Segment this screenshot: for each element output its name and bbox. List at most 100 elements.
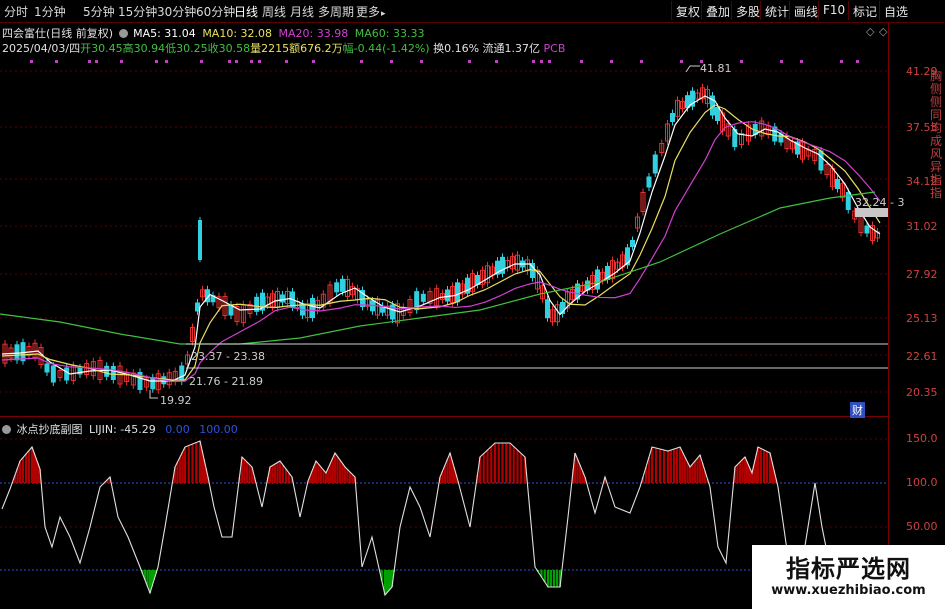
candle-body bbox=[50, 365, 56, 383]
period-tab-5min[interactable]: 5分钟 bbox=[83, 3, 115, 20]
candle-body bbox=[420, 293, 426, 302]
ma20-line bbox=[1, 121, 881, 383]
candle-body bbox=[835, 179, 840, 189]
low-mark-label: 19.92 bbox=[160, 394, 192, 407]
period-tab-weekly[interactable]: 周线 bbox=[262, 3, 286, 20]
candle-body bbox=[864, 225, 870, 234]
period-tab-monthly[interactable]: 月线 bbox=[290, 3, 314, 20]
period-tab-60min[interactable]: 60分钟 bbox=[196, 3, 235, 20]
overlay-button[interactable]: 叠加 bbox=[701, 1, 734, 20]
watermark-url: www.xuezhibiao.com bbox=[771, 583, 926, 598]
fuquan-button[interactable]: 复权 bbox=[671, 1, 704, 20]
price-tick: 25.13 bbox=[906, 312, 938, 325]
period-tab-30min[interactable]: 30分钟 bbox=[157, 3, 196, 20]
finance-badge[interactable]: 财 bbox=[850, 402, 865, 418]
signal-dot bbox=[360, 60, 363, 63]
mark-button[interactable]: 标记 bbox=[848, 1, 881, 20]
candle-body bbox=[630, 240, 635, 247]
signal-dot bbox=[95, 60, 98, 63]
price-tick: 27.92 bbox=[906, 268, 938, 281]
signal-dot bbox=[390, 60, 393, 63]
ma10-line bbox=[1, 104, 881, 381]
watchlist-button[interactable]: 自选 bbox=[879, 1, 912, 20]
candle-body bbox=[179, 365, 185, 382]
signal-dot bbox=[258, 60, 261, 63]
candle-body bbox=[445, 289, 450, 302]
signal-dot bbox=[312, 60, 315, 63]
indicator-tick: 150.0 bbox=[906, 432, 938, 445]
period-tab-fenshi[interactable]: 分时 bbox=[4, 3, 28, 20]
signal-dot bbox=[420, 60, 423, 63]
candle-body bbox=[195, 302, 200, 312]
range-label-2: 21.76 - 21.89 bbox=[189, 375, 263, 388]
signal-dot bbox=[532, 60, 535, 63]
candle-body bbox=[340, 278, 345, 292]
candle-body bbox=[595, 269, 600, 290]
period-tab-1min[interactable]: 1分钟 bbox=[34, 3, 66, 20]
signal-dot bbox=[55, 60, 58, 63]
candle-body bbox=[20, 342, 26, 362]
candle-body bbox=[818, 150, 824, 171]
signal-dot bbox=[88, 60, 91, 63]
watermark-logo: 指标严选网 www.xuezhibiao.com bbox=[752, 545, 945, 609]
indicator-line bbox=[1, 440, 831, 597]
signal-dot bbox=[235, 60, 238, 63]
signal-dot bbox=[200, 60, 203, 63]
period-tab-more[interactable]: 更多▸ bbox=[356, 3, 386, 20]
candle-body bbox=[104, 365, 110, 377]
candle-body bbox=[715, 107, 720, 121]
side-label-strip: 胸侧侧同均成风异 指 指 bbox=[930, 69, 943, 200]
low-mark-pointer bbox=[149, 390, 158, 399]
indicator-tick: 100.0 bbox=[906, 476, 938, 489]
candle-body bbox=[44, 363, 50, 373]
signal-dot bbox=[640, 60, 643, 63]
signal-dot bbox=[780, 60, 783, 63]
more-label: 更多 bbox=[356, 5, 381, 19]
range-label-3: 32.24 - 3 bbox=[855, 196, 905, 209]
candle-body bbox=[670, 113, 675, 122]
price-tick: 22.61 bbox=[906, 350, 938, 363]
signal-dot bbox=[680, 60, 683, 63]
candle-body bbox=[310, 298, 315, 318]
signal-dot bbox=[155, 60, 158, 63]
candle-body bbox=[280, 294, 285, 303]
signal-dot bbox=[548, 60, 551, 63]
ma60-line bbox=[0, 191, 876, 345]
signal-dot bbox=[285, 60, 288, 63]
candle-body bbox=[110, 366, 116, 380]
signal-dot bbox=[228, 60, 231, 63]
candle-body bbox=[652, 154, 658, 174]
candle-body bbox=[14, 344, 20, 361]
signal-dot bbox=[840, 60, 843, 63]
period-tab-15min[interactable]: 15分钟 bbox=[118, 3, 157, 20]
candle-body bbox=[334, 282, 340, 293]
signal-dot bbox=[740, 60, 743, 63]
range-box-3 bbox=[855, 208, 888, 217]
period-tab-multi[interactable]: 多周期 bbox=[318, 3, 354, 20]
candlestick-chart[interactable] bbox=[0, 22, 888, 416]
signal-dot bbox=[580, 60, 583, 63]
candle-body bbox=[64, 367, 70, 381]
price-tick: 31.02 bbox=[906, 220, 938, 233]
candle-body bbox=[455, 282, 460, 303]
f10-button[interactable]: F10 bbox=[818, 1, 849, 20]
period-toolbar: 分时 1分钟 5分钟 15分钟 30分钟 60分钟 日线 周线 月线 多周期 更… bbox=[0, 0, 945, 23]
signal-dot bbox=[856, 60, 859, 63]
indicator-tick: 50.00 bbox=[906, 520, 938, 533]
signal-dot bbox=[800, 60, 803, 63]
candle-body bbox=[646, 176, 652, 188]
period-tab-daily[interactable]: 日线 bbox=[234, 3, 258, 20]
high-mark-label: 41.81 bbox=[700, 62, 732, 75]
more-arrow-icon: ▸ bbox=[381, 9, 386, 19]
watermark-title: 指标严选网 bbox=[786, 555, 911, 583]
signal-dot bbox=[495, 60, 498, 63]
price-tick: 20.35 bbox=[906, 386, 938, 399]
signal-dot bbox=[30, 60, 33, 63]
signal-dot bbox=[468, 60, 471, 63]
axis-divider bbox=[888, 22, 889, 609]
signal-dot bbox=[610, 60, 613, 63]
range-label-1: 23.37 - 23.38 bbox=[191, 350, 265, 363]
candle-body bbox=[545, 299, 550, 319]
signal-dot bbox=[250, 60, 253, 63]
signal-dot bbox=[540, 60, 543, 63]
